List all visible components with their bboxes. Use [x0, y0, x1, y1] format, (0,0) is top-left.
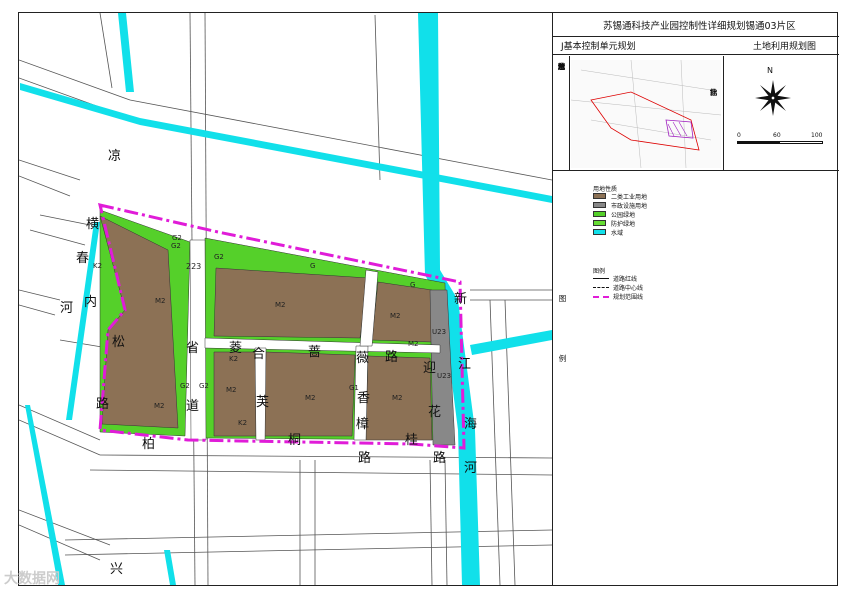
parcel-ne [371, 281, 433, 343]
svg-text:蔷: 蔷 [308, 345, 321, 360]
side-mark-2: 例 [558, 354, 567, 363]
map-type: 土地利用规划图 [753, 42, 817, 52]
svg-text:芙: 芙 [256, 395, 269, 410]
map-title: 苏锡通科技产业园控制性详细规划锡通03片区 [603, 21, 796, 32]
svg-text:K2: K2 [93, 262, 102, 270]
svg-text:M2: M2 [154, 402, 165, 410]
svg-text:松: 松 [112, 335, 125, 350]
svg-text:薇: 薇 [356, 351, 369, 366]
svg-text:河: 河 [60, 301, 73, 316]
svg-text:223: 223 [186, 262, 201, 271]
svg-text:G: G [410, 281, 415, 289]
svg-text:江: 江 [458, 357, 471, 372]
svg-text:合: 合 [252, 347, 265, 362]
svg-text:M2: M2 [305, 394, 316, 402]
svg-text:U23: U23 [437, 372, 451, 380]
svg-text:M2: M2 [392, 394, 403, 402]
svg-text:U23: U23 [432, 328, 446, 336]
line-legend-title: 图例 [593, 268, 606, 275]
svg-text:路: 路 [433, 450, 446, 466]
svg-text:M2: M2 [275, 301, 286, 309]
svg-text:G2: G2 [199, 382, 209, 390]
svg-text:春: 春 [76, 251, 89, 266]
svg-text:M2: M2 [408, 340, 419, 348]
side-mark-1: 图 [558, 294, 567, 303]
svg-text:道: 道 [186, 399, 199, 414]
svg-text:香: 香 [357, 391, 370, 406]
svg-text:路: 路 [358, 450, 371, 466]
svg-text:花: 花 [428, 404, 441, 420]
svg-text:樟: 樟 [356, 417, 369, 432]
svg-text:新: 新 [454, 291, 467, 307]
svg-text:G: G [310, 262, 315, 270]
svg-text:G2: G2 [180, 382, 190, 390]
svg-text:G2: G2 [171, 242, 181, 250]
svg-text:海: 海 [464, 417, 477, 432]
svg-text:M2: M2 [155, 297, 166, 305]
svg-text:迎: 迎 [423, 361, 436, 376]
svg-text:兴: 兴 [110, 562, 123, 577]
svg-text:M2: M2 [226, 386, 237, 394]
svg-text:路: 路 [96, 396, 109, 412]
parcel-sw [213, 351, 257, 437]
svg-text:柏: 柏 [142, 437, 155, 452]
map-subtitle: J基本控制单元规划 [561, 42, 636, 52]
svg-text:菱: 菱 [229, 341, 242, 356]
svg-text:内: 内 [84, 294, 97, 310]
svg-text:G2: G2 [172, 234, 182, 242]
north-arrow-icon [755, 80, 791, 116]
svg-text:桐: 桐 [288, 433, 301, 448]
location-diagram [571, 60, 721, 168]
svg-text:河: 河 [464, 461, 477, 476]
svg-text:路: 路 [385, 349, 398, 365]
svg-text:桂: 桂 [405, 433, 418, 448]
svg-text:K2: K2 [238, 419, 247, 427]
parcel-central-north [213, 267, 369, 339]
svg-text:横: 横 [86, 217, 99, 232]
svg-text:G2: G2 [214, 253, 224, 261]
svg-text:M2: M2 [390, 312, 401, 320]
north-letter: N [767, 66, 773, 75]
svg-text:凉: 凉 [108, 149, 121, 164]
svg-text:K2: K2 [229, 355, 238, 363]
legend-panel: 苏锡通科技产业园控制性详细规划锡通03片区 J基本控制单元规划 土地利用规划图 … [552, 12, 839, 586]
svg-text:G1: G1 [349, 384, 359, 392]
svg-text:省: 省 [186, 341, 199, 356]
watermark: 大数据网 [4, 571, 60, 587]
